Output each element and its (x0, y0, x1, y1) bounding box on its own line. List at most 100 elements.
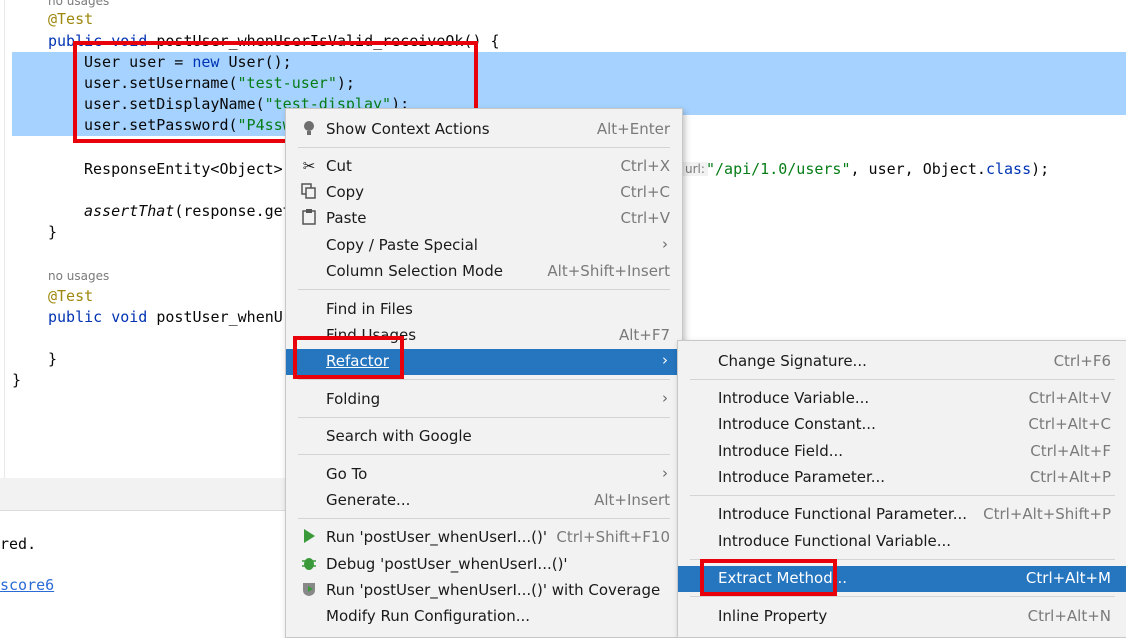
menu-item-debug[interactable]: Debug 'postUser_whenUserI...()' (286, 552, 682, 578)
menu-item-shortcut: Ctrl+F6 (1053, 352, 1111, 370)
menu-item-label: Show Context Actions (326, 120, 490, 138)
menu-separator (298, 417, 670, 418)
menu-item-find-in-files[interactable]: Find in Files (286, 297, 682, 323)
menu-item-inline-property[interactable]: Inline Property Ctrl+Alt+N (678, 604, 1126, 630)
menu-item-label: Modify Run Configuration... (326, 607, 531, 625)
menu-item-shortcut: Ctrl+Alt+N (1027, 607, 1111, 625)
menu-item-shortcut: Ctrl+Alt+F (1030, 442, 1111, 460)
chevron-right-icon: › (662, 389, 668, 407)
closing-brace: } (48, 350, 58, 368)
extract-method-highlight-box (700, 559, 837, 596)
modifier-keyword: public void (48, 308, 157, 326)
menu-item-label: Introduce Functional Variable... (718, 532, 952, 550)
code-text: (response.get (174, 202, 292, 220)
menu-item-label: Introduce Functional Parameter... (718, 505, 967, 523)
menu-item-generate[interactable]: Generate... Alt+Insert (286, 488, 682, 514)
menu-item-search-with-google[interactable]: Search with Google (286, 424, 682, 450)
console-link[interactable]: score6 (0, 575, 54, 596)
menu-item-label: Column Selection Mode (326, 262, 503, 280)
menu-separator (298, 379, 670, 380)
menu-item-shortcut: Ctrl+C (620, 183, 670, 201)
test-annotation: @Test (48, 287, 94, 305)
menu-separator (690, 596, 1115, 597)
copy-icon (300, 183, 318, 201)
menu-item-label: Folding (326, 390, 381, 408)
string-literal: "/api/1.0/users" (706, 160, 851, 178)
menu-item-shortcut: Ctrl+V (620, 209, 670, 227)
menu-item-label: Introduce Variable... (718, 389, 870, 407)
menu-item-introduce-functional-variable[interactable]: Introduce Functional Variable... (678, 529, 1126, 555)
menu-item-label: Find in Files (326, 300, 413, 318)
bug-icon (300, 555, 318, 573)
menu-item-label: Generate... (326, 491, 411, 509)
menu-item-run-with-coverage[interactable]: Run 'postUser_whenUserI...()' with Cover… (286, 578, 682, 604)
menu-item-cut[interactable]: ✂ Cut Ctrl+X (286, 154, 682, 180)
menu-item-label: Run 'postUser_whenUserI...()' (326, 528, 547, 546)
menu-separator (690, 379, 1115, 380)
menu-item-copy[interactable]: Copy Ctrl+C (286, 180, 682, 206)
code-line-tail: "/api/1.0/users", user, Object.class); (706, 159, 1049, 180)
menu-item-paste[interactable]: Paste Ctrl+V (286, 206, 682, 232)
closing-brace: } (48, 223, 58, 241)
menu-item-copy-paste-special[interactable]: Copy / Paste Special › (286, 233, 682, 259)
class-keyword: class (985, 160, 1032, 178)
menu-item-column-selection-mode[interactable]: Column Selection Mode Alt+Shift+Insert (286, 259, 682, 285)
method-name: postUser_whenU (156, 308, 283, 326)
menu-item-label: Go To (326, 465, 368, 483)
menu-item-label: Copy (326, 183, 365, 201)
code-text: ); (1031, 160, 1050, 178)
menu-separator (298, 147, 670, 148)
menu-item-shortcut: Ctrl+Alt+V (1028, 389, 1111, 407)
menu-item-run[interactable]: Run 'postUser_whenUserI...()' Ctrl+Shift… (286, 525, 682, 551)
lightbulb-icon (300, 120, 318, 138)
chevron-right-icon: › (662, 464, 668, 482)
chevron-right-icon: › (662, 351, 668, 369)
menu-item-folding[interactable]: Folding › (286, 387, 682, 413)
usage-hint[interactable]: no usages (48, 269, 109, 283)
parameter-hint: url: (682, 162, 708, 176)
menu-item-shortcut: Ctrl+Shift+F10 (556, 528, 670, 546)
menu-item-introduce-parameter[interactable]: Introduce Parameter... Ctrl+Alt+P (678, 465, 1126, 491)
menu-item-label: Introduce Field... (718, 442, 844, 460)
menu-item-label: Run 'postUser_whenUserI...()' with Cover… (326, 581, 661, 599)
run-icon (300, 528, 318, 546)
menu-item-label: Debug 'postUser_whenUserI...()' (326, 555, 568, 573)
menu-item-shortcut: Alt+Insert (594, 491, 670, 509)
menu-item-introduce-variable[interactable]: Introduce Variable... Ctrl+Alt+V (678, 386, 1126, 412)
menu-item-label: Copy / Paste Special (326, 236, 478, 254)
code-text: , user, Object. (850, 160, 986, 178)
menu-item-shortcut: Ctrl+Alt+Shift+P (983, 505, 1111, 523)
menu-item-label: Paste (326, 209, 367, 227)
code-text: ResponseEntity<Object> (84, 160, 283, 178)
console-output: red. (0, 535, 37, 553)
menu-item-label: Introduce Parameter... (718, 468, 886, 486)
menu-item-change-signature[interactable]: Change Signature... Ctrl+F6 (678, 349, 1126, 375)
code-line: ResponseEntity<Object> (84, 159, 283, 180)
menu-item-go-to[interactable]: Go To › (286, 462, 682, 488)
menu-item-shortcut: Alt+Enter (596, 120, 670, 138)
menu-item-label: Introduce Constant... (718, 415, 876, 433)
static-call: assertThat (84, 202, 175, 220)
menu-item-shortcut: Ctrl+Alt+M (1025, 569, 1111, 587)
menu-item-modify-run-configuration[interactable]: Modify Run Configuration... (286, 604, 682, 630)
paste-icon (300, 209, 318, 227)
menu-item-show-context-actions[interactable]: Show Context Actions Alt+Enter (286, 117, 682, 143)
editor-gutter (4, 0, 5, 478)
test-annotation: @Test (48, 10, 94, 28)
menu-item-shortcut: Ctrl+X (620, 157, 670, 175)
usage-hint[interactable]: no usages (48, 0, 109, 8)
chevron-right-icon: › (662, 235, 668, 253)
menu-item-introduce-constant[interactable]: Introduce Constant... Ctrl+Alt+C (678, 412, 1126, 438)
menu-separator (690, 495, 1115, 496)
menu-item-introduce-field[interactable]: Introduce Field... Ctrl+Alt+F (678, 439, 1126, 465)
menu-separator (298, 454, 670, 455)
closing-brace: } (12, 371, 22, 389)
code-line: assertThat(response.get (84, 201, 292, 222)
menu-separator (298, 518, 670, 519)
menu-item-label: Inline Property (718, 607, 828, 625)
menu-item-label: Change Signature... (718, 352, 867, 370)
menu-item-introduce-functional-parameter[interactable]: Introduce Functional Parameter... Ctrl+A… (678, 502, 1126, 528)
menu-separator (298, 289, 670, 290)
menu-item-label: Cut (326, 157, 352, 175)
menu-item-shortcut: Ctrl+Alt+P (1029, 468, 1111, 486)
